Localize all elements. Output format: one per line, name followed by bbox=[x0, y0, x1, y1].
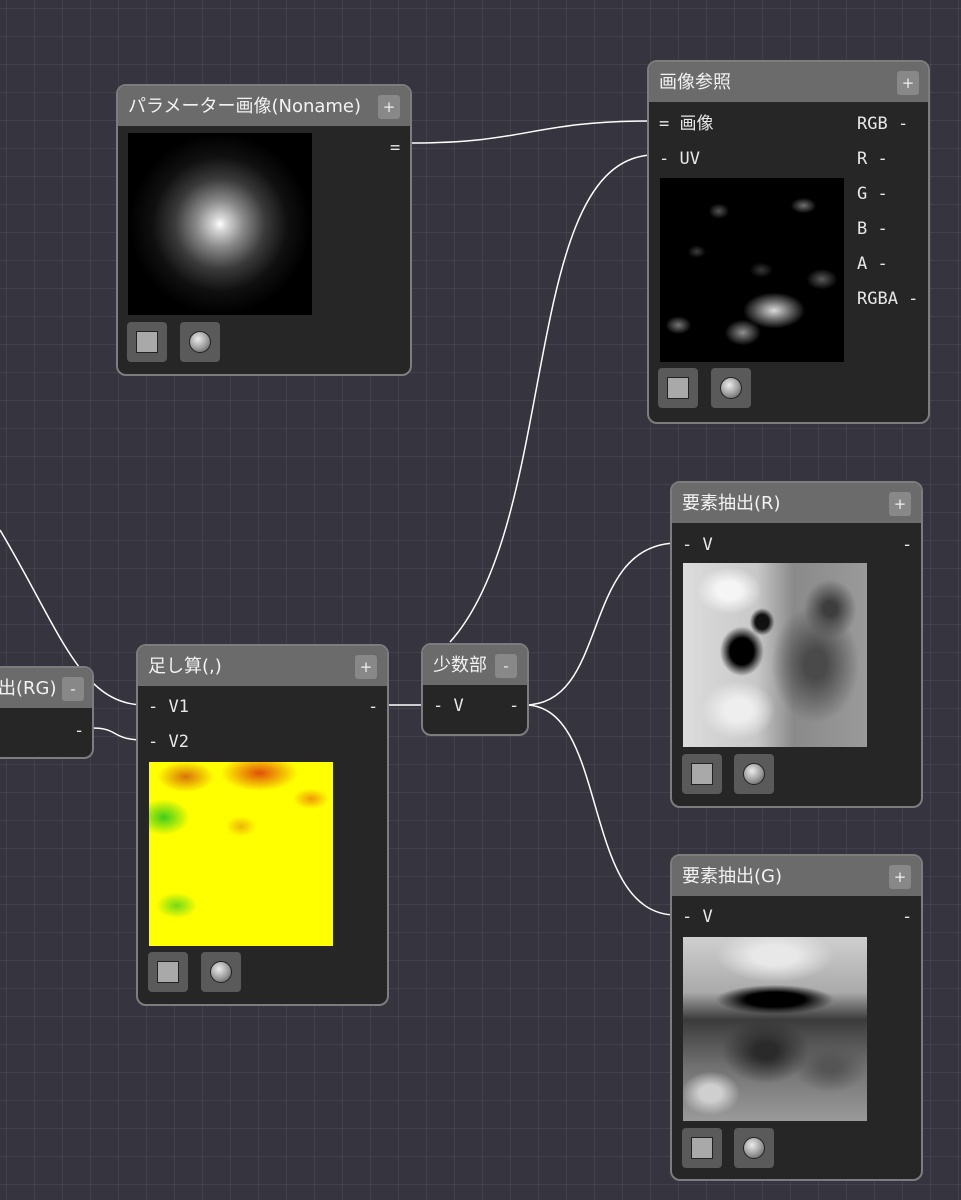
node-header[interactable]: 画像参照 + bbox=[649, 62, 928, 102]
input-port-v1[interactable]: - V1 bbox=[148, 697, 189, 717]
output-port[interactable]: - bbox=[368, 697, 378, 717]
node-title: 足し算(,) bbox=[148, 656, 222, 677]
node-title: 出(RG) bbox=[0, 678, 57, 699]
sphere-preview-icon[interactable] bbox=[711, 368, 751, 408]
sphere-preview-icon[interactable] bbox=[201, 952, 241, 992]
add-node[interactable]: 足し算(,) + - V1 - V2 - bbox=[136, 644, 389, 1006]
preview-image bbox=[128, 133, 312, 315]
node-header[interactable]: 足し算(,) + bbox=[138, 646, 387, 686]
input-port-v2[interactable]: - V2 bbox=[148, 732, 189, 752]
input-port-uv[interactable]: - UV bbox=[659, 149, 700, 169]
node-header[interactable]: 少数部 - bbox=[423, 645, 527, 685]
square-preview-icon[interactable] bbox=[148, 952, 188, 992]
input-port-v[interactable]: - V bbox=[682, 535, 713, 555]
node-header[interactable]: 要素抽出(G) + bbox=[672, 856, 921, 896]
square-preview-icon[interactable] bbox=[682, 1128, 722, 1168]
square-preview-icon[interactable] bbox=[658, 368, 698, 408]
input-port-v[interactable]: - V bbox=[682, 907, 713, 927]
wire-fraction-to-uv[interactable] bbox=[449, 154, 653, 643]
node-title: 要素抽出(G) bbox=[682, 866, 782, 887]
output-port[interactable]: - bbox=[74, 721, 84, 741]
expand-button[interactable]: + bbox=[897, 71, 919, 95]
expand-button[interactable]: + bbox=[889, 492, 911, 516]
extract-g-node[interactable]: 要素抽出(G) + - V - bbox=[670, 854, 923, 1181]
wire-fraction-to-extract-g[interactable] bbox=[524, 704, 677, 916]
node-header[interactable]: 出(RG) - bbox=[0, 668, 92, 708]
sphere-preview-icon[interactable] bbox=[734, 754, 774, 794]
output-port[interactable]: - bbox=[902, 535, 912, 555]
node-header[interactable]: 要素抽出(R) + bbox=[672, 483, 921, 523]
expand-button[interactable]: + bbox=[378, 95, 400, 119]
image-reference-node[interactable]: 画像参照 + = 画像 - UV RGB - R - G - B - A - R… bbox=[647, 60, 930, 424]
output-port-g[interactable]: G - bbox=[857, 184, 888, 204]
node-title: 画像参照 bbox=[659, 72, 731, 93]
fraction-node[interactable]: 少数部 - - V - bbox=[421, 643, 529, 736]
output-port[interactable]: = bbox=[390, 138, 400, 158]
node-header[interactable]: パラメーター画像(Noname) + bbox=[118, 86, 410, 126]
extract-rg-node[interactable]: 出(RG) - - bbox=[0, 666, 94, 759]
output-port[interactable]: - bbox=[509, 696, 519, 716]
output-port-rgba[interactable]: RGBA - bbox=[857, 289, 918, 309]
square-preview-icon[interactable] bbox=[682, 754, 722, 794]
sphere-preview-icon[interactable] bbox=[734, 1128, 774, 1168]
expand-button[interactable]: + bbox=[355, 655, 377, 679]
input-port-image[interactable]: = 画像 bbox=[659, 114, 713, 134]
extract-r-node[interactable]: 要素抽出(R) + - V - bbox=[670, 481, 923, 808]
node-title: 要素抽出(R) bbox=[682, 493, 781, 514]
node-title: 少数部 bbox=[433, 655, 487, 676]
output-port-rgb[interactable]: RGB - bbox=[857, 114, 908, 134]
preview-image bbox=[683, 563, 867, 747]
param-image-node[interactable]: パラメーター画像(Noname) + = bbox=[116, 84, 412, 376]
wire-fraction-to-extract-r[interactable] bbox=[524, 542, 677, 706]
preview-image bbox=[683, 937, 867, 1121]
input-port-v[interactable]: - V bbox=[433, 696, 464, 716]
output-port-a[interactable]: A - bbox=[857, 254, 888, 274]
expand-button[interactable]: + bbox=[889, 865, 911, 889]
output-port[interactable]: - bbox=[902, 907, 912, 927]
preview-image bbox=[660, 178, 844, 362]
square-preview-icon[interactable] bbox=[127, 322, 167, 362]
node-title: パラメーター画像(Noname) bbox=[128, 96, 362, 117]
collapse-button[interactable]: - bbox=[495, 654, 517, 678]
preview-image bbox=[149, 762, 333, 946]
output-port-b[interactable]: B - bbox=[857, 219, 888, 239]
wire-param-to-image[interactable] bbox=[409, 120, 653, 144]
sphere-preview-icon[interactable] bbox=[180, 322, 220, 362]
output-port-r[interactable]: R - bbox=[857, 149, 888, 169]
collapse-button[interactable]: - bbox=[62, 677, 84, 701]
